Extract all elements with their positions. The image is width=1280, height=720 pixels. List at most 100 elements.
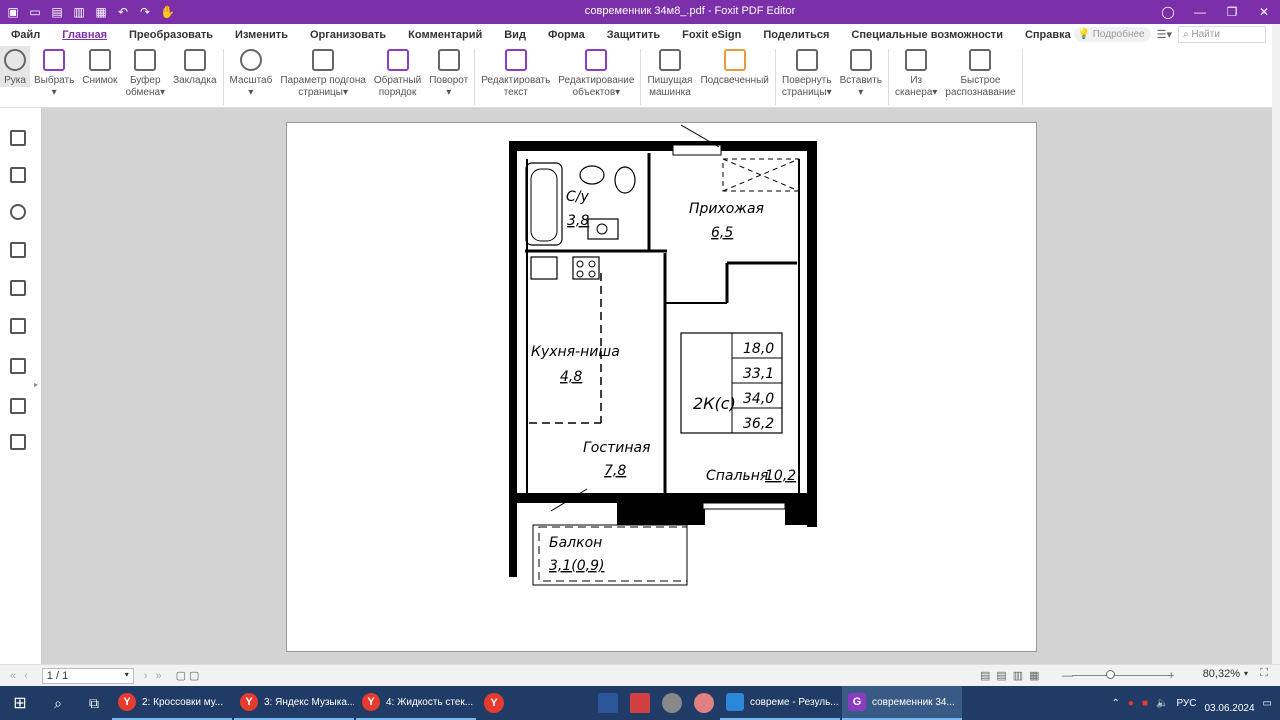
menu-form[interactable]: Форма (537, 29, 596, 41)
zoom-slider-knob[interactable] (1106, 670, 1115, 679)
room-area-bath: 3,8 (567, 213, 589, 229)
menu-organize[interactable]: Организовать (299, 29, 397, 41)
highlight-button[interactable]: Подсвеченный (696, 46, 772, 87)
menu-protect[interactable]: Защитить (596, 29, 671, 41)
tell-me-hint[interactable]: 💡 Подробнее (1073, 27, 1151, 42)
fullscreen-icon[interactable]: ⛶ (1260, 667, 1268, 680)
menu-comment[interactable]: Комментарий (397, 29, 493, 41)
area-total-2: 33,1 (743, 366, 774, 382)
comments-panel-icon[interactable] (10, 204, 26, 220)
search-icon[interactable]: ⌕ (40, 686, 76, 720)
hand-tool-button[interactable]: Рука (0, 46, 30, 87)
speaker-icon[interactable]: 🔈 (1156, 698, 1168, 709)
ribbon-toolbar: Рука Выбрать ▾ Снимок Буфер обмена▾ Заклад… (0, 46, 1280, 108)
tray-shield-icon[interactable]: ● (1128, 698, 1134, 709)
taskbar-app-browser-2[interactable]: Y 3: Яндекс Музыка... (234, 686, 354, 720)
ocr-button[interactable]: Быстрое распознавание (941, 46, 1019, 99)
layout-mode-icons[interactable]: ▤▤▥▦ (980, 669, 1046, 682)
find-input[interactable]: ⌕ Найти (1178, 26, 1266, 43)
menu-edit[interactable]: Изменить (224, 29, 299, 41)
taskbar-paint-icon[interactable] (688, 686, 720, 720)
menu-home[interactable]: Главная (51, 29, 118, 41)
scanner-icon (905, 49, 928, 71)
task-view-icon[interactable]: ⧉ (76, 686, 112, 720)
taskbar-app-explorer[interactable]: совреме - Резуль... (720, 686, 840, 720)
zoom-slider[interactable] (1072, 675, 1170, 676)
page-number-input[interactable]: 1 / 1 ▾ (41, 667, 134, 684)
menu-convert[interactable]: Преобразовать (118, 29, 224, 41)
view-mode-icon[interactable]: ☰▾ (1157, 28, 1172, 41)
typewriter-button[interactable]: Пишущая машинка (643, 46, 696, 99)
expand-panel-icon[interactable]: ▸ (34, 380, 38, 389)
highlighter-icon (723, 49, 746, 71)
reverse-order-button[interactable]: Обратный порядок (370, 46, 425, 99)
bookmark-button[interactable]: Закладка (169, 46, 220, 87)
page-nav-next-icons[interactable]: ›» (144, 670, 170, 682)
ribbon-separator (1021, 49, 1023, 105)
left-navigation-panel: ▸ (0, 108, 42, 664)
compare-panel-icon[interactable] (10, 434, 26, 450)
taskbar-pdf-icon[interactable] (624, 686, 656, 720)
page-nav-prev-icons[interactable]: «‹ (10, 670, 36, 682)
restore-button[interactable]: ❐ (1216, 5, 1248, 19)
clock[interactable]: 03.06.2024 (1204, 691, 1254, 715)
pages-panel-icon[interactable] (10, 167, 26, 183)
menu-file[interactable]: Файл (0, 29, 51, 41)
tray-app-icon[interactable]: ■ (1142, 698, 1148, 709)
account-icon[interactable]: ◯ (1152, 5, 1184, 19)
ocr-icon (969, 49, 992, 71)
layers-panel-icon[interactable] (10, 242, 26, 258)
zoom-button[interactable]: Масштаб ▾ (226, 46, 277, 99)
edit-object-icon (585, 49, 608, 71)
bookmark-icon (183, 49, 206, 71)
taskbar-word-icon[interactable] (592, 686, 624, 720)
snapshot-button[interactable]: Снимок (78, 46, 121, 87)
content-panel-icon[interactable] (10, 358, 26, 374)
notifications-icon[interactable]: ▭ (1263, 698, 1272, 709)
edit-text-button[interactable]: Редактировать текст (477, 46, 554, 99)
room-label-hall: Прихожая (689, 201, 764, 217)
page-view-icons[interactable]: ▢ ▢ (176, 669, 200, 682)
area-total-3: 34,0 (743, 391, 774, 407)
tray-chevron-icon[interactable]: ⌃ (1112, 698, 1120, 709)
menu-accessibility[interactable]: Специальные возможности (840, 29, 1014, 41)
menu-view[interactable]: Вид (493, 29, 537, 41)
rotate-button[interactable]: Поворот ▾ (425, 46, 472, 99)
taskbar-app-browser-3[interactable]: Y 4: Жидкость стек... (356, 686, 476, 720)
select-button[interactable]: Выбрать ▾ (30, 46, 78, 99)
signature-panel-icon[interactable] (10, 398, 26, 414)
explorer-icon (726, 693, 744, 711)
windows-taskbar: ⊞ ⌕ ⧉ Y 2: Кроссовки му... Y 3: Яндекс Муз… (0, 686, 1280, 720)
taskbar-network-app-icon[interactable] (656, 686, 688, 720)
insert-button[interactable]: Вставить ▾ (836, 46, 886, 99)
windows-start-icon[interactable]: ⊞ (0, 686, 40, 720)
fit-page-button[interactable]: Параметр подгона страницы▾ (276, 46, 370, 99)
vertical-scrollbar[interactable] (1272, 24, 1280, 664)
pdf-page: С/у 3,8 Прихожая 6,5 Кухня-ниша 4,8 Гост… (286, 122, 1037, 652)
attachments-panel-icon[interactable] (10, 280, 26, 296)
security-panel-icon[interactable] (10, 318, 26, 334)
rotate-pages-button[interactable]: Повернуть страницы▾ (778, 46, 836, 99)
insert-page-icon (849, 49, 872, 71)
zoom-level[interactable]: 80,32% (1203, 668, 1240, 680)
clipboard-button[interactable]: Буфер обмена▾ (121, 46, 169, 99)
bookmark-panel-icon[interactable] (10, 130, 26, 146)
menu-help[interactable]: Справка (1014, 29, 1082, 41)
ribbon-separator (222, 49, 224, 105)
close-button[interactable]: ✕ (1248, 5, 1280, 19)
room-label-balcony: Балкон (549, 535, 602, 551)
taskbar-app-browser-1[interactable]: Y 2: Кроссовки му... (112, 686, 232, 720)
edit-text-icon (504, 49, 527, 71)
taskbar-app-foxit[interactable]: Gсовременник 34... (842, 686, 962, 720)
minimize-button[interactable]: — (1184, 5, 1216, 19)
room-area-kitchen: 4,8 (560, 369, 582, 385)
edit-object-button[interactable]: Редактирование объектов▾ (554, 46, 638, 99)
language-indicator[interactable]: РУС (1176, 698, 1196, 709)
menu-esign[interactable]: Foxit eSign (671, 29, 752, 41)
scanner-button[interactable]: Из сканера▾ (891, 46, 941, 99)
menu-share[interactable]: Поделиться (752, 29, 840, 41)
room-area-bedroom: 10,2 (765, 468, 796, 484)
zoom-in-button[interactable]: + (1168, 670, 1174, 682)
taskbar-yandex-icon[interactable]: Y (478, 686, 510, 720)
zoom-dropdown-icon[interactable]: ▾ (1244, 669, 1248, 678)
